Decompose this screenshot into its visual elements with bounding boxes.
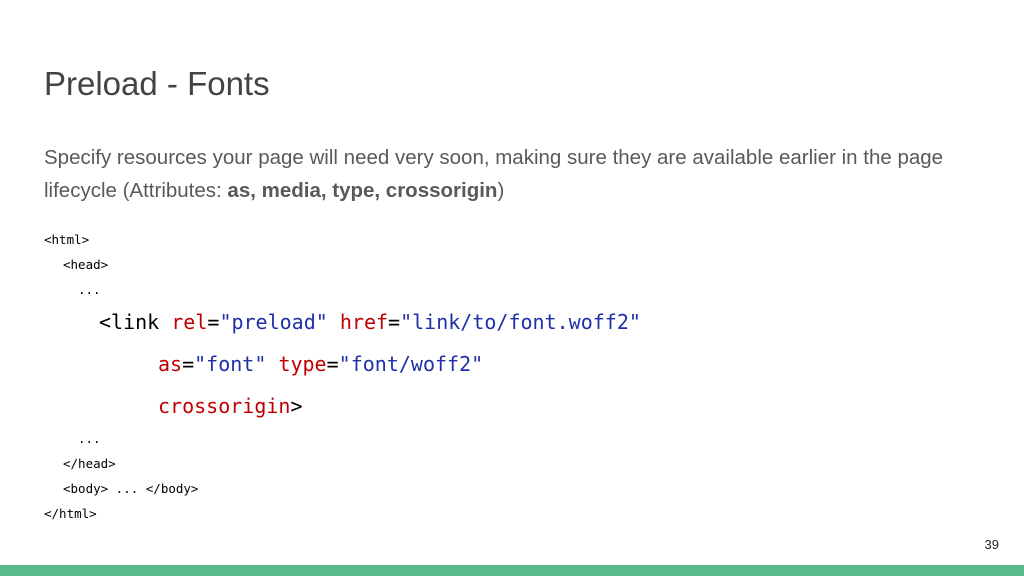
code-equals: = — [182, 352, 195, 376]
code-body-line: <body> ... </body> — [63, 481, 199, 496]
code-tag-close: > — [290, 394, 303, 418]
code-head-close: </head> — [63, 456, 116, 471]
code-rel-value: "preload" — [219, 310, 328, 334]
footer-bar — [0, 565, 1024, 576]
code-head-open: <head> — [63, 257, 109, 272]
code-equals: = — [388, 310, 401, 334]
code-equals: = — [326, 352, 339, 376]
code-type-value: "font/woff2" — [338, 352, 484, 376]
code-href-value: "link/to/font.woff2" — [400, 310, 641, 334]
code-crossorigin-attr: crossorigin — [158, 394, 291, 418]
code-html-open: <html> — [44, 232, 90, 247]
code-as-line: as="font" type="font/woff2" — [158, 354, 483, 374]
code-block: <html> <head> ... <link rel="preload" hr… — [0, 0, 1024, 576]
code-as-value: "font" — [194, 352, 267, 376]
code-ellipsis-bottom: ... — [78, 431, 101, 446]
code-equals: = — [207, 310, 220, 334]
code-link-tag: <link — [99, 310, 160, 334]
code-as-attr: as — [158, 352, 183, 376]
code-link-line: <link rel="preload" href="link/to/font.w… — [99, 312, 641, 332]
code-crossorigin-line: crossorigin> — [158, 396, 303, 416]
page-number: 39 — [984, 537, 999, 552]
code-ellipsis-top: ... — [78, 282, 101, 297]
code-type-attr: type — [278, 352, 327, 376]
code-rel-attr: rel — [171, 310, 208, 334]
code-html-close: </html> — [44, 506, 97, 521]
code-href-attr: href — [339, 310, 389, 334]
